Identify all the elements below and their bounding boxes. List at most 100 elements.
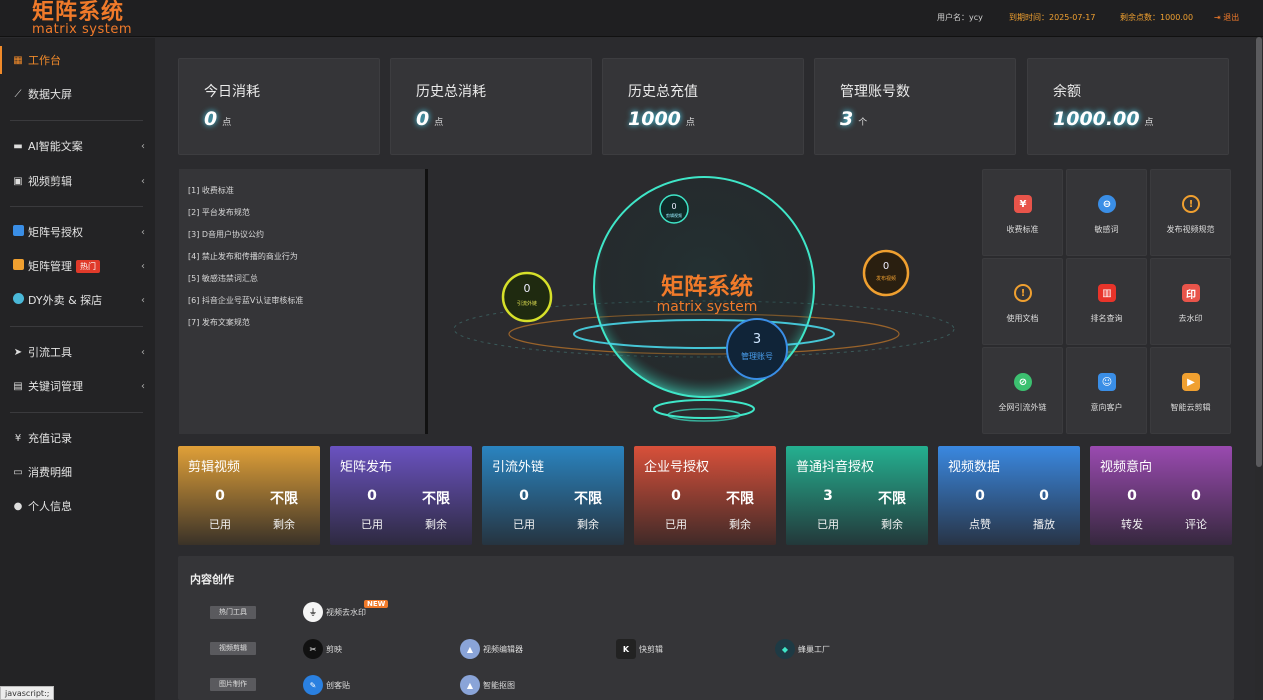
sidebar-item-video-edit[interactable]: ▣ 视频剪辑 ‹ [0, 167, 155, 195]
tool-chuangketie[interactable]: ✎ 创客贴 [303, 675, 350, 695]
matrix-globe-graphic: 0 引流外链 0 剪辑视频 0 发布视频 3 管理账号 矩阵系统 matrix … [453, 176, 955, 422]
notice-link[interactable]: [3] D音用户协议公约 [188, 229, 264, 240]
stat-today-consumption: 今日消耗 0点 [178, 58, 380, 155]
tile-pricing[interactable]: ¥ 收费标准 [982, 169, 1063, 256]
quota-label-used: 已用 [361, 518, 383, 531]
tile-traffic-links[interactable]: ⊘ 全网引流外链 [982, 347, 1063, 434]
tile-video-publish-rules[interactable]: ! 发布视频规范 [1150, 169, 1231, 256]
orb-left-label: 引流外链 [517, 300, 537, 307]
notice-link[interactable]: [7] 发布文案规范 [188, 317, 250, 328]
notice-link[interactable]: [4] 禁止发布和传播的商业行为 [188, 251, 298, 262]
tool-smart-matting[interactable]: ▲ 智能抠图 [460, 675, 515, 695]
scrollbar-thumb[interactable] [1256, 37, 1262, 467]
quota-card-video-edit[interactable]: 剪辑视频 0 不限 已用 剩余 [178, 446, 320, 545]
username-label: 用户名：ycy [937, 13, 983, 22]
quota-value-used: 0 [215, 488, 225, 504]
tile-label: 发布视频规范 [1166, 225, 1215, 234]
tile-remove-watermark[interactable]: 印 去水印 [1150, 258, 1231, 345]
quota-value-likes: 0 [975, 488, 985, 504]
film-icon: ▣ [13, 175, 23, 187]
quota-label-remaining: 剩余 [881, 518, 903, 531]
tile-intended-customers[interactable]: ☺ 意向客户 [1066, 347, 1147, 434]
notice-link[interactable]: [5] 敏感违禁词汇总 [188, 273, 258, 284]
tool-label: 蜂巢工厂 [798, 644, 830, 654]
stat-number: 0 [204, 108, 218, 130]
chevron-left-icon: ‹ [141, 260, 145, 272]
orb-top-value: 0 [671, 202, 676, 211]
tool-kuaijianji[interactable]: K 快剪辑 [616, 639, 663, 659]
tool-label: 创客贴 [326, 680, 350, 690]
beehive-icon: ◆ [775, 639, 795, 659]
quota-card-traffic-links[interactable]: 引流外链 0 不限 已用 剩余 [482, 446, 624, 545]
quota-value-shares: 0 [1127, 488, 1137, 504]
category-tag: 热门工具 [210, 606, 256, 619]
warning-icon: ! [1182, 195, 1200, 213]
sidebar-item-workbench[interactable]: ▦ 工作台 [0, 46, 155, 74]
sidebar-item-dy-takeout[interactable]: DY外卖 & 探店 ‹ [0, 286, 155, 314]
quota-card-video-data[interactable]: 视频数据 0 0 点赞 播放 [938, 446, 1080, 545]
stat-value: 3个 [840, 108, 867, 130]
chevron-left-icon: ‹ [141, 380, 145, 392]
notice-link[interactable]: [1] 收费标准 [188, 185, 234, 196]
logout-button[interactable]: ⇥ 退出 [1214, 12, 1239, 23]
sidebar-item-ai-copy[interactable]: ▬ AI智能文案 ‹ [0, 132, 155, 160]
tile-rank-query[interactable]: ▥ 排名查询 [1066, 258, 1147, 345]
tile-docs[interactable]: ! 使用文档 [982, 258, 1063, 345]
sidebar-item-matrix-auth[interactable]: 矩阵号授权 ‹ [0, 218, 155, 246]
quota-card-enterprise-auth[interactable]: 企业号授权 0 不限 已用 剩余 [634, 446, 776, 545]
tile-cloud-editing[interactable]: ▶ 智能云剪辑 [1150, 347, 1231, 434]
chevron-left-icon: ‹ [141, 294, 145, 306]
tile-sensitive-words[interactable]: ⊖ 敏感词 [1066, 169, 1147, 256]
sidebar-item-label: 引流工具 [28, 346, 72, 359]
sidebar-divider [10, 326, 143, 327]
quota-card-douyin-auth[interactable]: 普通抖音授权 3 不限 已用 剩余 [786, 446, 928, 545]
stat-value: 1000.00 点 [1053, 108, 1154, 130]
base-ring [667, 408, 741, 422]
sidebar-item-traffic-tools[interactable]: ➤ 引流工具 ‹ [0, 338, 155, 366]
tool-label: 剪映 [326, 644, 342, 654]
quota-label-plays: 播放 [1033, 518, 1055, 531]
sidebar-item-keywords[interactable]: ▤ 关键词管理 ‹ [0, 372, 155, 400]
capcut-icon: ✂ [303, 639, 323, 659]
stat-total-recharge: 历史总充值 1000 点 [602, 58, 804, 155]
notice-link[interactable]: [6] 抖音企业号蓝V认证审核标准 [188, 295, 303, 306]
quota-label-remaining: 剩余 [273, 518, 295, 531]
page-scrollbar[interactable] [1255, 37, 1263, 700]
quota-label-remaining: 剩余 [577, 518, 599, 531]
stat-number: 1000 [628, 108, 681, 130]
quota-title: 视频数据 [948, 460, 1001, 475]
sidebar-item-data-screen[interactable]: ⟋ 数据大屏 [0, 80, 155, 108]
stat-value: 0点 [204, 108, 231, 130]
quota-value-remaining: 不限 [422, 491, 450, 507]
quota-card-video-intent[interactable]: 视频意向 0 0 转发 评论 [1090, 446, 1232, 545]
tool-label: 快剪辑 [639, 644, 663, 654]
tool-dewatermark[interactable]: ⏚ 视频去水印 [303, 602, 366, 622]
orb-center [726, 318, 788, 380]
logout-icon: ⇥ [1214, 13, 1221, 22]
stat-unit: 点 [1144, 118, 1154, 128]
stat-value: 0点 [416, 108, 443, 130]
tile-label: 排名查询 [1090, 314, 1123, 323]
sidebar-item-consumption[interactable]: ▭ 消费明细 [0, 458, 155, 486]
folder-icon: ▬ [13, 140, 23, 152]
status-bar: javascript:; [0, 686, 55, 700]
sidebar-item-profile[interactable]: ● 个人信息 [0, 492, 155, 520]
stat-unit: 个 [858, 118, 868, 128]
tool-video-editor[interactable]: ▲ 视频编辑器 [460, 639, 523, 659]
tool-capcut[interactable]: ✂ 剪映 [303, 639, 342, 659]
quota-label-used: 已用 [665, 518, 687, 531]
sidebar-item-label: 数据大屏 [28, 88, 72, 101]
notice-link[interactable]: [2] 平台发布规范 [188, 207, 250, 218]
tool-beehive[interactable]: ◆ 蜂巢工厂 [775, 639, 830, 659]
kuaijianji-icon: K [616, 639, 636, 659]
rank-icon: ▥ [1098, 284, 1116, 302]
sidebar-item-matrix-manage[interactable]: 矩阵管理 热门 ‹ [0, 252, 155, 280]
link-icon: ⊘ [1014, 373, 1032, 391]
logo[interactable]: 矩阵系统 matrix system [32, 2, 132, 37]
quota-label-remaining: 剩余 [425, 518, 447, 531]
quota-card-matrix-publish[interactable]: 矩阵发布 0 不限 已用 剩余 [330, 446, 472, 545]
sidebar-item-recharge[interactable]: ¥ 充值记录 [0, 424, 155, 452]
quota-value-remaining: 不限 [574, 491, 602, 507]
stat-label: 余额 [1053, 84, 1081, 100]
account-icon [12, 225, 24, 239]
